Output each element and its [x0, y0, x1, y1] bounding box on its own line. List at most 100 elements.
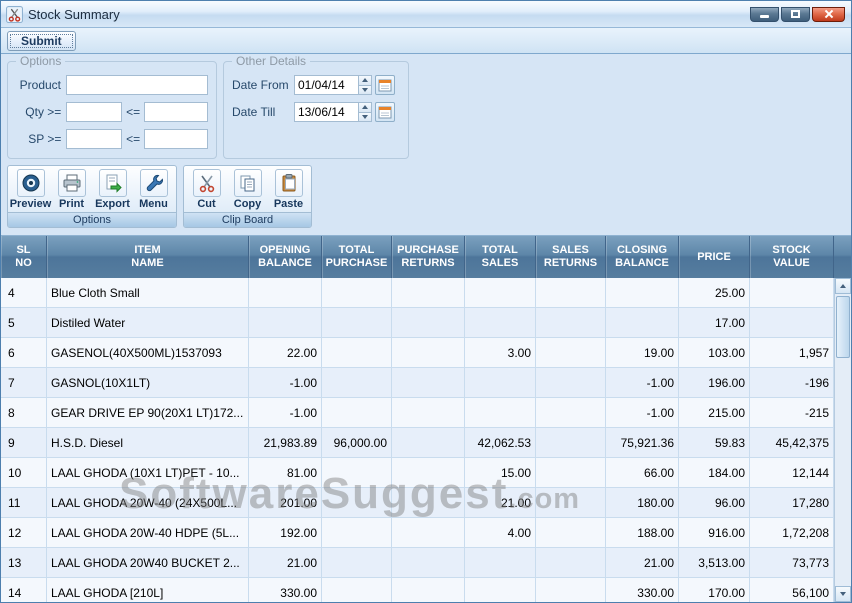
date-from-input[interactable] [295, 76, 358, 94]
table-cell: 6 [1, 338, 47, 368]
table-cell [750, 278, 834, 308]
arrow-up-icon [362, 105, 368, 109]
cut-button[interactable]: Cut [187, 169, 226, 210]
column-header-price[interactable]: PRICE [679, 236, 750, 278]
table-cell [322, 398, 392, 428]
table-row[interactable]: 11LAAL GHODA 20W-40 (24X500L...201.0021.… [1, 488, 834, 518]
sp-lte-label: <= [122, 132, 144, 146]
table-row[interactable]: 13LAAL GHODA 20W40 BUCKET 2...21.0021.00… [1, 548, 834, 578]
column-header-purchase-returns[interactable]: PURCHASERETURNS [392, 236, 465, 278]
column-header-stock-value[interactable]: STOCKVALUE [750, 236, 834, 278]
column-header-sl-no[interactable]: SLNO [1, 236, 47, 278]
spin-up-button[interactable] [359, 103, 371, 112]
table-row[interactable]: 9H.S.D. Diesel21,983.8996,000.0042,062.5… [1, 428, 834, 458]
table-cell [465, 548, 536, 578]
app-icon[interactable] [6, 6, 23, 23]
table-row[interactable]: 4Blue Cloth Small25.00 [1, 278, 834, 308]
table-cell: 1,72,208 [750, 518, 834, 548]
table-cell: LAAL GHODA (10X1 LT)PET - 10... [47, 458, 249, 488]
table-cell: 96,000.00 [322, 428, 392, 458]
column-header-item-name[interactable]: ITEMNAME [47, 236, 249, 278]
scrollbar-thumb[interactable] [836, 296, 850, 358]
preview-icon [17, 169, 45, 197]
sp-max-input[interactable] [144, 129, 208, 149]
vertical-scrollbar[interactable] [834, 278, 851, 602]
table-cell: 215.00 [679, 398, 750, 428]
column-header-opening-balance[interactable]: OPENINGBALANCE [249, 236, 322, 278]
table-cell: 81.00 [249, 458, 322, 488]
spin-up-button[interactable] [359, 76, 371, 85]
table-cell [536, 338, 606, 368]
options-groupbox: Options Product Qty >= <= SP >= <= [7, 61, 217, 159]
spin-down-button[interactable] [359, 112, 371, 122]
copy-button[interactable]: Copy [228, 169, 267, 210]
qty-min-input[interactable] [66, 102, 122, 122]
preview-button[interactable]: Preview [11, 169, 50, 210]
table-cell [392, 398, 465, 428]
date-till-input[interactable] [295, 103, 358, 121]
print-button[interactable]: Print [52, 169, 91, 210]
window-controls [750, 7, 846, 22]
toolbar-button-label: Cut [197, 198, 215, 210]
table-cell [392, 548, 465, 578]
table-cell: 12 [1, 518, 47, 548]
spin-down-button[interactable] [359, 85, 371, 95]
column-header-closing-balance[interactable]: CLOSINGBALANCE [606, 236, 679, 278]
date-till-calendar-button[interactable] [375, 102, 395, 122]
close-button[interactable] [812, 7, 845, 22]
table-cell [465, 278, 536, 308]
paste-button[interactable]: Paste [269, 169, 308, 210]
table-cell: GASNOL(10X1LT) [47, 368, 249, 398]
table-cell: 56,100 [750, 578, 834, 602]
other-details-groupbox: Other Details Date From Date Till [223, 61, 409, 159]
scroll-down-button[interactable] [835, 586, 851, 602]
qty-lte-label: <= [122, 105, 144, 119]
scroll-up-button[interactable] [835, 278, 851, 294]
maximize-button[interactable] [781, 7, 810, 22]
table-row[interactable]: 14LAAL GHODA [210L]330.00330.00170.0056,… [1, 578, 834, 602]
column-header-sales-returns[interactable]: SALESRETURNS [536, 236, 606, 278]
table-cell: 330.00 [606, 578, 679, 602]
export-icon [99, 169, 127, 197]
column-header-total-sales[interactable]: TOTALSALES [465, 236, 536, 278]
date-from-field[interactable] [294, 75, 372, 95]
toolbar-button-label: Export [95, 198, 130, 210]
qty-max-input[interactable] [144, 102, 208, 122]
table-row[interactable]: 12LAAL GHODA 20W-40 HDPE (5L...192.004.0… [1, 518, 834, 548]
table-cell: 7 [1, 368, 47, 398]
sp-min-input[interactable] [66, 129, 122, 149]
menu-icon [140, 169, 168, 197]
table-row[interactable]: 10LAAL GHODA (10X1 LT)PET - 10...81.0015… [1, 458, 834, 488]
table-cell: 19.00 [606, 338, 679, 368]
scroll-down-icon [840, 592, 846, 596]
table-row[interactable]: 6GASENOL(40X500ML)153709322.003.0019.001… [1, 338, 834, 368]
table-cell [392, 308, 465, 338]
table-header-row: SLNOITEMNAMEOPENINGBALANCETOTALPURCHASEP… [1, 236, 834, 278]
table-cell [536, 278, 606, 308]
table-row[interactable]: 7GASNOL(10X1LT)-1.00-1.00196.00-196 [1, 368, 834, 398]
paste-icon [275, 169, 303, 197]
arrow-down-icon [362, 115, 368, 119]
date-till-label: Date Till [232, 105, 294, 119]
table-cell: 330.00 [249, 578, 322, 602]
column-header-total-purchase[interactable]: TOTALPURCHASE [322, 236, 392, 278]
close-icon [824, 9, 834, 19]
date-from-calendar-button[interactable] [375, 75, 395, 95]
table-row[interactable]: 5Distiled Water17.00 [1, 308, 834, 338]
table-cell [322, 338, 392, 368]
table-cell: 12,144 [750, 458, 834, 488]
menu-button[interactable]: Menu [134, 169, 173, 210]
table-row[interactable]: 8GEAR DRIVE EP 90(20X1 LT)172...-1.00-1.… [1, 398, 834, 428]
export-button[interactable]: Export [93, 169, 132, 210]
product-input[interactable] [66, 75, 208, 95]
table-cell: 3.00 [465, 338, 536, 368]
table-cell [536, 398, 606, 428]
minimize-button[interactable] [750, 7, 779, 22]
date-till-field[interactable] [294, 102, 372, 122]
table-cell [392, 518, 465, 548]
table-cell [465, 368, 536, 398]
maximize-icon [791, 10, 800, 18]
submit-button[interactable]: Submit [7, 31, 76, 51]
app-window: Stock Summary Submit Options Product Qty… [0, 0, 852, 603]
table-cell [322, 308, 392, 338]
